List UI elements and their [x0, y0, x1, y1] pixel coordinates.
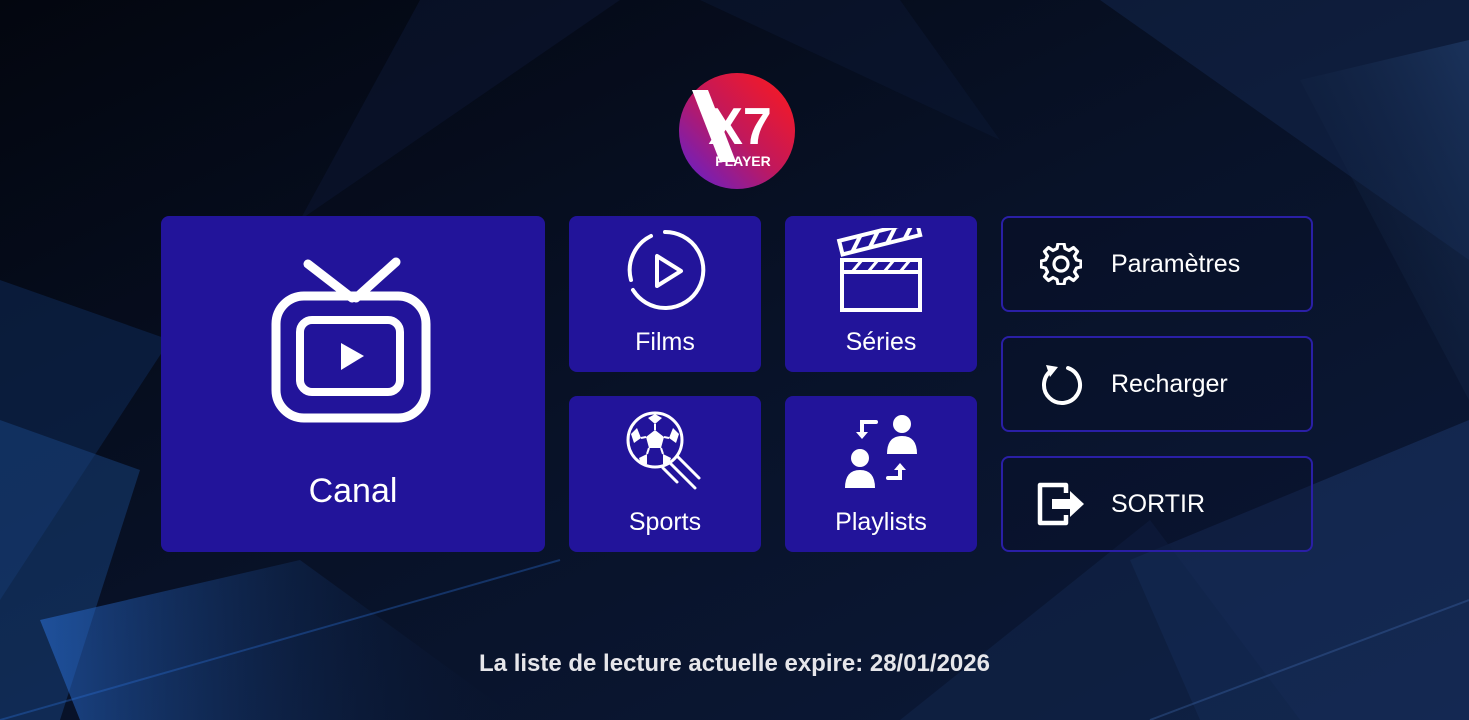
svg-text:PLAYER: PLAYER	[715, 153, 771, 169]
users-swap-icon	[785, 412, 977, 490]
tile-series-label: Séries	[845, 328, 917, 356]
clapperboard-icon	[785, 228, 977, 314]
tile-sports-label: Sports	[628, 508, 702, 536]
settings-button[interactable]: Paramètres	[1001, 216, 1313, 312]
svg-text:X7: X7	[708, 98, 772, 156]
gear-icon	[1036, 239, 1086, 289]
tile-canal[interactable]: Canal	[161, 216, 545, 552]
exit-icon	[1036, 479, 1086, 529]
tile-canal-label: Canal	[308, 472, 398, 510]
exit-label: SORTIR	[1111, 489, 1205, 518]
playlist-expiry-text: La liste de lecture actuelle expire: 28/…	[479, 650, 990, 677]
tv-play-icon	[161, 254, 545, 426]
tile-playlists-label: Playlists	[835, 508, 927, 536]
tile-playlists[interactable]: Playlists	[785, 396, 977, 552]
tile-sports[interactable]: Sports	[569, 396, 761, 552]
settings-label: Paramètres	[1111, 249, 1241, 278]
reload-label: Recharger	[1111, 369, 1228, 398]
tile-films[interactable]: Films	[569, 216, 761, 372]
soccer-ball-icon	[569, 410, 761, 490]
tile-series[interactable]: Séries	[785, 216, 977, 372]
app-logo: X7 PLAYER	[679, 73, 795, 189]
play-circle-icon	[569, 228, 761, 312]
tile-films-label: Films	[635, 328, 695, 356]
reload-button[interactable]: Recharger	[1001, 336, 1313, 432]
reload-icon	[1036, 359, 1086, 409]
exit-button[interactable]: SORTIR	[1001, 456, 1313, 552]
